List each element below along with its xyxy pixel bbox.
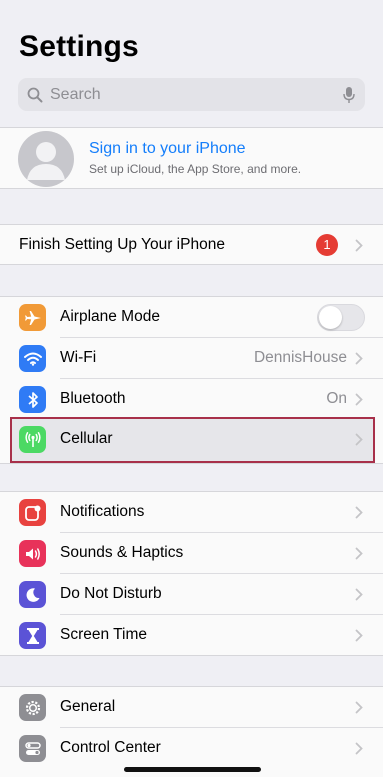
home-indicator[interactable] bbox=[124, 767, 261, 772]
toggle-knob bbox=[319, 306, 342, 329]
search-input[interactable]: Search bbox=[50, 86, 343, 104]
airplane-icon bbox=[19, 304, 46, 331]
person-icon bbox=[27, 142, 65, 180]
alerts-group: Notifications Sounds & Haptics Do Not Di… bbox=[0, 491, 383, 656]
wifi-network-value: DennisHouse bbox=[253, 349, 347, 366]
notifications-row[interactable]: Notifications bbox=[0, 492, 383, 533]
control-center-row[interactable]: Control Center bbox=[0, 728, 383, 769]
bluetooth-status-value: On bbox=[326, 390, 347, 407]
wifi-row[interactable]: Wi-Fi DennisHouse bbox=[0, 338, 383, 379]
do-not-disturb-label: Do Not Disturb bbox=[60, 585, 162, 602]
do-not-disturb-row[interactable]: Do Not Disturb bbox=[0, 574, 383, 615]
control-center-label: Control Center bbox=[60, 739, 161, 756]
sounds-haptics-row[interactable]: Sounds & Haptics bbox=[0, 533, 383, 574]
chevron-right-icon bbox=[355, 588, 363, 601]
settings-screen: Settings Search Sign in to your iPhone S… bbox=[0, 0, 383, 777]
notification-badge: 1 bbox=[316, 234, 338, 256]
notifications-label: Notifications bbox=[60, 503, 145, 520]
control-center-icon bbox=[19, 735, 46, 762]
finish-setup-label: Finish Setting Up Your iPhone bbox=[19, 236, 225, 253]
bluetooth-row[interactable]: Bluetooth On bbox=[0, 379, 383, 420]
chevron-right-icon bbox=[355, 433, 363, 446]
chevron-right-icon bbox=[355, 547, 363, 560]
screen-time-label: Screen Time bbox=[60, 626, 148, 643]
airplane-mode-label: Airplane Mode bbox=[60, 308, 160, 325]
airplane-mode-toggle[interactable] bbox=[317, 304, 365, 331]
signin-subtitle: Set up iCloud, the App Store, and more. bbox=[89, 162, 302, 176]
cellular-label: Cellular bbox=[60, 430, 113, 447]
hourglass-icon bbox=[19, 622, 46, 649]
speaker-icon bbox=[19, 540, 46, 567]
search-icon bbox=[27, 87, 43, 102]
microphone-icon[interactable] bbox=[343, 86, 355, 104]
chevron-right-icon bbox=[355, 393, 363, 406]
wifi-icon bbox=[19, 345, 46, 372]
bluetooth-icon bbox=[19, 386, 46, 413]
bluetooth-label: Bluetooth bbox=[60, 390, 126, 407]
general-row[interactable]: General bbox=[0, 687, 383, 728]
chevron-right-icon bbox=[355, 701, 363, 714]
search-bar[interactable]: Search bbox=[18, 78, 365, 111]
page-title: Settings bbox=[19, 30, 139, 63]
cellular-row[interactable]: Cellular bbox=[0, 419, 383, 460]
chevron-right-icon bbox=[355, 352, 363, 365]
signin-title[interactable]: Sign in to your iPhone bbox=[89, 140, 246, 158]
finish-setup-row[interactable]: Finish Setting Up Your iPhone 1 bbox=[0, 224, 383, 265]
wifi-label: Wi-Fi bbox=[60, 349, 97, 366]
chevron-right-icon bbox=[355, 742, 363, 755]
notifications-icon bbox=[19, 499, 46, 526]
general-label: General bbox=[60, 698, 116, 715]
gear-icon bbox=[19, 694, 46, 721]
avatar bbox=[18, 131, 74, 187]
chevron-right-icon bbox=[355, 629, 363, 642]
screen-time-row[interactable]: Screen Time bbox=[0, 615, 383, 656]
airplane-mode-row: Airplane Mode bbox=[0, 297, 383, 338]
sounds-haptics-label: Sounds & Haptics bbox=[60, 544, 184, 561]
system-group: General Control Center bbox=[0, 686, 383, 777]
cellular-antenna-icon bbox=[19, 426, 46, 453]
moon-icon bbox=[19, 581, 46, 608]
apple-id-signin-row[interactable]: Sign in to your iPhone Set up iCloud, th… bbox=[0, 127, 383, 189]
chevron-right-icon bbox=[355, 239, 363, 252]
chevron-right-icon bbox=[355, 506, 363, 519]
